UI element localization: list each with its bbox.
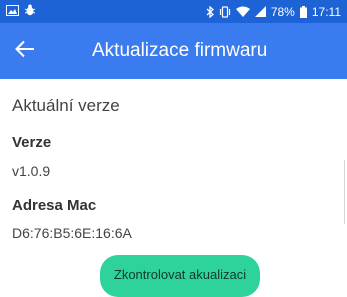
- clock: 17:11: [311, 4, 341, 19]
- version-value: v1.0.9: [12, 163, 51, 179]
- status-bar-right: 78% 17:11: [206, 5, 341, 19]
- mac-value: D6:76:B5:6E:16:6A: [12, 225, 132, 241]
- battery-percent: 78%: [270, 4, 295, 19]
- back-button[interactable]: [0, 23, 50, 79]
- version-label: Verze: [12, 134, 52, 151]
- signal-icon: [254, 6, 266, 17]
- image-icon: [6, 4, 19, 19]
- bluetooth-icon: [206, 5, 214, 18]
- mac-label: Adresa Mac: [12, 197, 97, 214]
- battery-icon: [299, 5, 307, 18]
- vibrate-icon: [219, 5, 231, 18]
- page-title: Aktualizace firmwaru: [92, 40, 268, 61]
- wifi-icon: [235, 6, 250, 17]
- divider: [344, 160, 345, 224]
- bug-icon: [24, 4, 36, 19]
- arrow-left-icon: [15, 40, 35, 63]
- status-bar-left: [6, 4, 36, 19]
- app-bar: Aktualizace firmwaru: [0, 23, 347, 79]
- status-bar: 78% 17:11: [0, 0, 347, 23]
- section-title: Aktuální verze: [12, 96, 120, 115]
